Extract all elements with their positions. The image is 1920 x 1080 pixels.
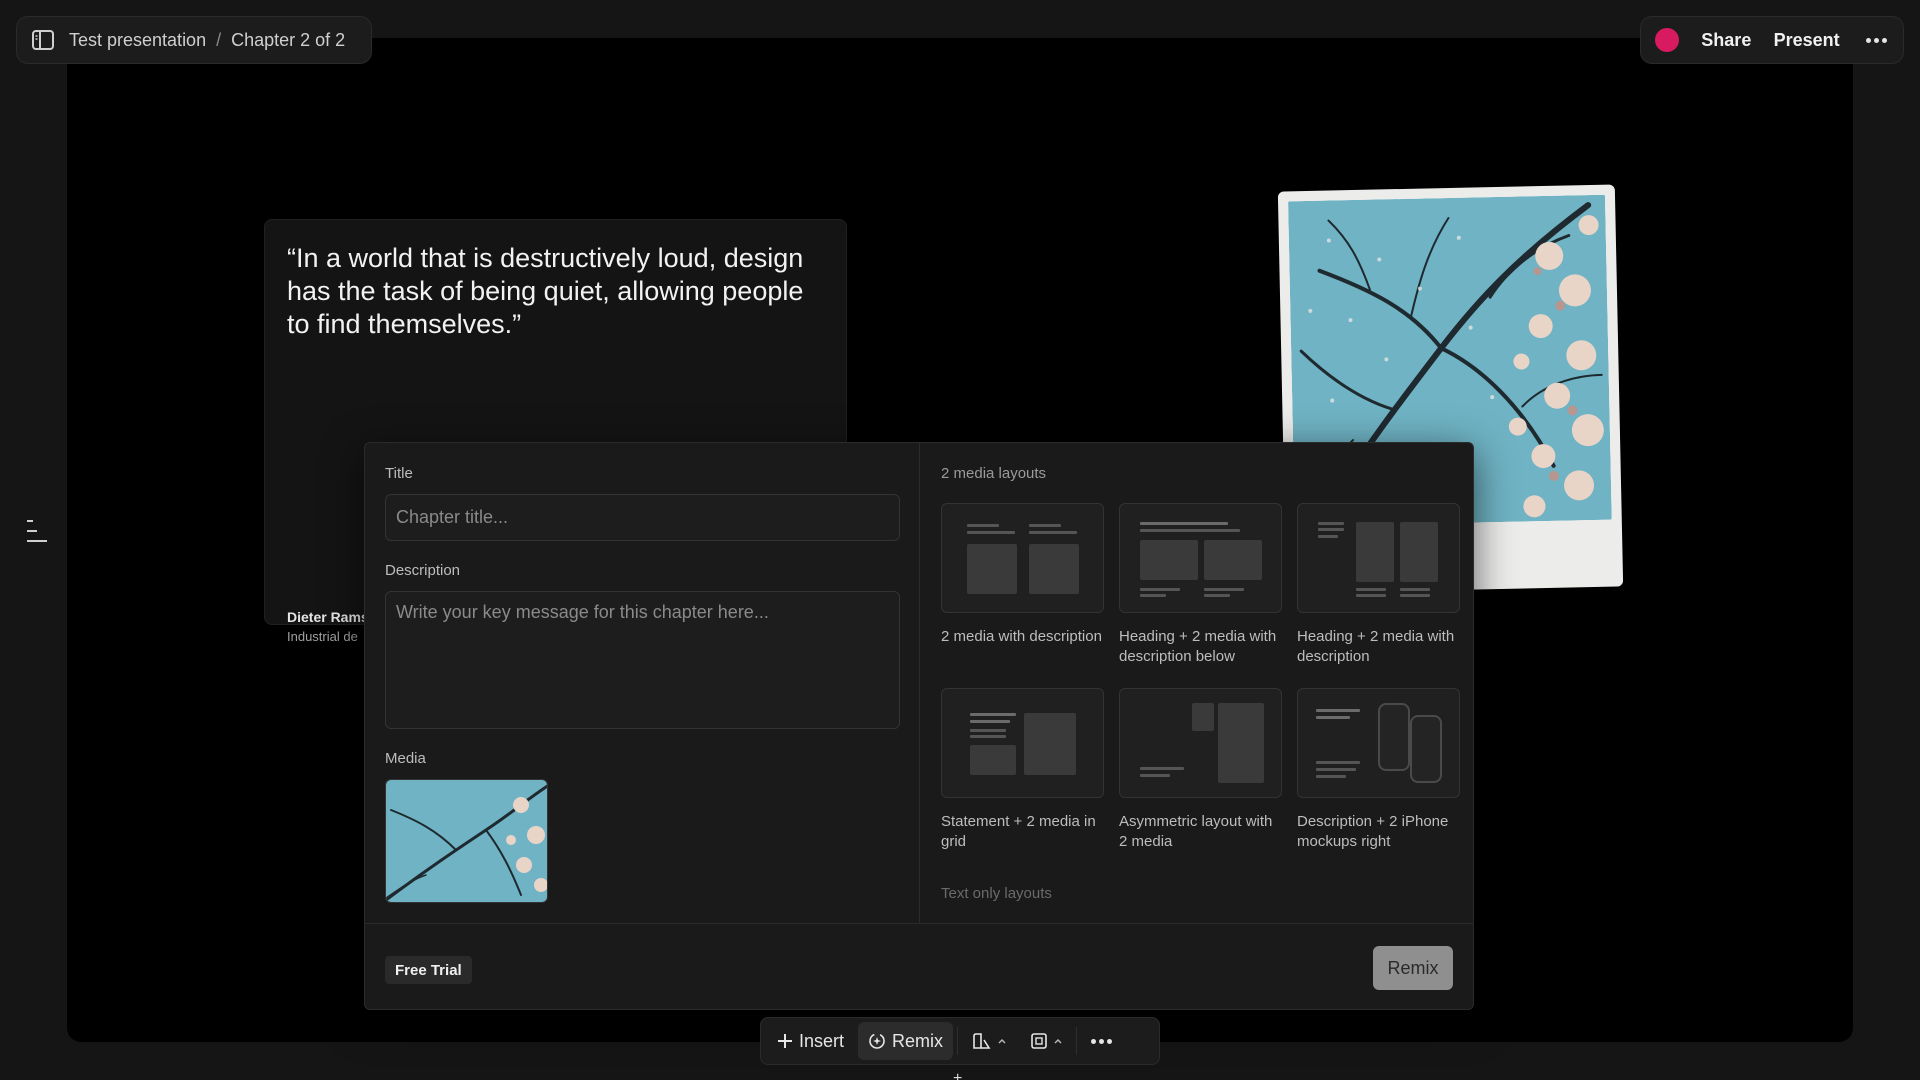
sidebar-toggle-icon[interactable] — [31, 28, 55, 52]
chevron-up-icon — [1054, 1039, 1062, 1044]
title-label: Title — [385, 465, 413, 482]
panel-footer: Free Trial Remix — [365, 923, 1473, 1009]
layouts-section-title: 2 media layouts — [941, 465, 1047, 482]
breadcrumb-separator: / — [216, 29, 222, 50]
header-actions: Share Present — [1640, 16, 1904, 64]
style-icon — [973, 1033, 991, 1049]
layout-picker: 2 media layouts 2 media with description — [920, 443, 1475, 923]
layout-label: Heading + 2 media with description — [1297, 628, 1455, 665]
layout-thumbnail — [1119, 688, 1282, 798]
present-button[interactable]: Present — [1774, 30, 1840, 51]
cursor-crosshair-icon: + — [953, 1070, 963, 1080]
layout-thumbnail — [1119, 503, 1282, 613]
toolbar-more-button[interactable] — [1081, 1022, 1122, 1060]
layout-heading-2-media-desc[interactable]: Heading + 2 media with description — [1297, 503, 1460, 667]
bottom-toolbar: Insert Remix — [760, 1017, 1160, 1065]
layout-heading-2-media-desc-below[interactable]: Heading + 2 media with description below — [1119, 503, 1282, 667]
breadcrumb: Test presentation / Chapter 2 of 2 — [69, 30, 345, 51]
media-thumbnail[interactable] — [385, 779, 548, 903]
chevron-up-icon — [998, 1039, 1006, 1044]
toolbar-remix-button[interactable]: Remix — [858, 1022, 954, 1060]
insert-button[interactable]: Insert — [767, 1022, 854, 1060]
free-trial-badge[interactable]: Free Trial — [385, 956, 472, 984]
toolbar-remix-label: Remix — [892, 1030, 944, 1051]
layout-label: Description + 2 iPhone mockups right — [1297, 813, 1449, 850]
outline-icon[interactable] — [25, 518, 49, 544]
remix-button[interactable]: Remix — [1373, 946, 1453, 990]
toolbar-divider — [1076, 1027, 1078, 1055]
layout-thumbnail — [941, 688, 1104, 798]
layout-asymmetric-2-media[interactable]: Asymmetric layout with 2 media — [1119, 688, 1282, 852]
layout-description-2-iphone[interactable]: Description + 2 iPhone mockups right — [1297, 688, 1460, 852]
layout-thumbnail — [1297, 503, 1460, 613]
chapter-description-input[interactable] — [385, 591, 900, 729]
layout-statement-2-media-grid[interactable]: Statement + 2 media in grid — [941, 688, 1104, 852]
style-menu-button[interactable] — [962, 1022, 1016, 1060]
chapter-title-input[interactable] — [385, 494, 900, 541]
share-button[interactable]: Share — [1701, 30, 1751, 51]
plus-icon — [778, 1034, 792, 1048]
layout-2-media-description[interactable]: 2 media with description — [941, 503, 1104, 647]
breadcrumb-presentation[interactable]: Test presentation — [69, 30, 206, 51]
more-icon — [1091, 1038, 1113, 1044]
chapter-form: Title Description Media — [365, 443, 920, 923]
user-avatar[interactable] — [1655, 28, 1679, 52]
toolbar-divider — [957, 1027, 959, 1055]
breadcrumb-bar: Test presentation / Chapter 2 of 2 — [16, 16, 372, 64]
author-role[interactable]: Industrial de — [287, 629, 358, 644]
layout-menu-button[interactable] — [1020, 1022, 1072, 1060]
chapter-panel: Title Description Media 2 media layo — [364, 442, 1474, 1010]
layout-icon — [1031, 1033, 1047, 1049]
more-icon[interactable] — [1862, 34, 1891, 47]
layout-thumbnail — [941, 503, 1104, 613]
remix-icon — [869, 1033, 885, 1049]
layout-label: 2 media with description — [941, 628, 1102, 645]
layout-label: Heading + 2 media with description below — [1119, 628, 1277, 665]
quote-text[interactable]: “In a world that is destructively loud, … — [287, 242, 807, 341]
breadcrumb-chapter[interactable]: Chapter 2 of 2 — [231, 30, 345, 51]
insert-label: Insert — [799, 1030, 845, 1051]
layout-label: Statement + 2 media in grid — [941, 813, 1096, 850]
media-label: Media — [385, 750, 426, 767]
layout-thumbnail — [1297, 688, 1460, 798]
author-name[interactable]: Dieter Rams — [287, 609, 369, 625]
text-only-section-title: Text only layouts — [941, 885, 1052, 902]
layout-label: Asymmetric layout with 2 media — [1119, 813, 1273, 850]
description-label: Description — [385, 562, 461, 579]
